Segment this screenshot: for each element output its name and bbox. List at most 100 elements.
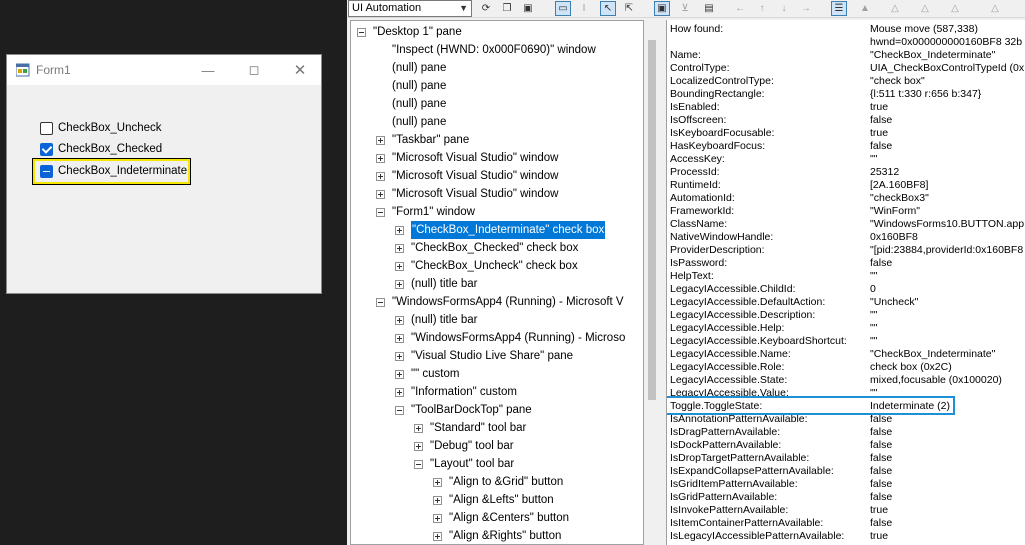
collapse-icon[interactable] [414,460,423,469]
tree-item[interactable]: "Inspect (HWND: 0x000F0690)" window [351,41,643,59]
tree-item[interactable]: "Information" custom [351,383,643,401]
tree-parent-icon[interactable]: ▲ [857,1,873,16]
expand-icon[interactable] [376,136,385,145]
property-row[interactable]: LocalizedControlType: "check box" [670,75,1025,88]
collapse-icon[interactable] [376,298,385,307]
expand-icon[interactable] [414,442,423,451]
mode-select[interactable]: UI Automation ▼ [348,0,472,17]
tree-item[interactable]: "CheckBox_Indeterminate" check box [351,220,643,240]
checkbox-uncheck[interactable]: CheckBox_Uncheck [38,119,162,137]
property-row[interactable]: LegacyIAccessible.Help: "" [670,322,1025,335]
tree-item[interactable]: "ToolBarDockTop" pane [351,401,643,419]
nav-right-icon[interactable]: → [798,1,814,16]
tree-item[interactable]: "WindowsFormsApp4 (Running) - Microso [351,329,643,347]
tree-item[interactable]: "Layout" tool bar [351,455,643,473]
property-row[interactable]: LegacyIAccessible.Role: check box (0x2C) [670,361,1025,374]
tree-item[interactable]: "Align &Centers" button [351,509,643,527]
property-row[interactable]: IsOffscreen: false [670,114,1025,127]
tree-item[interactable]: "Align &Rights" button [351,527,643,544]
tree-item[interactable]: "Microsoft Visual Studio" window [351,167,643,185]
property-row[interactable]: IsLegacyIAccessiblePatternAvailable: true [670,530,1025,543]
properties-pane[interactable]: How found: Mouse move (587,338) hwnd=0x000… [666,20,1025,545]
property-row[interactable]: IsDropTargetPatternAvailable: false [670,452,1025,465]
expand-icon[interactable] [433,496,442,505]
property-row[interactable]: ControlType: UIA_CheckBoxControlTypeId (0… [670,62,1025,75]
expand-icon[interactable] [395,388,404,397]
property-row[interactable]: IsItemContainerPatternAvailable: false [670,517,1025,530]
tree-scrollbar[interactable] [644,20,661,545]
property-row[interactable]: Name: "CheckBox_Indeterminate" [670,49,1025,62]
tree-scrollbar-thumb[interactable] [648,40,656,400]
tree-view-icon[interactable]: ☰ [831,1,847,16]
property-row[interactable]: IsExpandCollapsePatternAvailable: false [670,465,1025,478]
watch-focus-icon[interactable]: ▭ [555,1,571,16]
tree-item[interactable]: (null) pane [351,59,643,77]
property-row[interactable]: LegacyIAccessible.Description: "" [670,309,1025,322]
close-button[interactable]: ✕ [277,55,323,85]
expand-icon[interactable] [433,478,442,487]
filter-icon[interactable]: ⊻ [677,1,693,16]
tree-item[interactable]: "CheckBox_Checked" check box [351,239,643,257]
expand-icon[interactable] [395,334,404,343]
property-row[interactable]: ProcessId: 25312 [670,166,1025,179]
property-row[interactable]: LegacyIAccessible.KeyboardShortcut: "" [670,335,1025,348]
property-row[interactable]: IsDragPatternAvailable: false [670,426,1025,439]
tree-last-icon[interactable]: △ [987,1,1003,16]
expand-icon[interactable] [395,226,404,235]
tree-item[interactable]: "Microsoft Visual Studio" window [351,185,643,203]
property-row[interactable]: ClassName: "WindowsForms10.BUTTON.app [670,218,1025,231]
property-row[interactable]: IsInvokePatternAvailable: true [670,504,1025,517]
minimize-button[interactable]: — [185,55,231,85]
tree-item[interactable]: (null) pane [351,113,643,131]
property-row[interactable]: HasKeyboardFocus: false [670,140,1025,153]
property-row[interactable]: HelpText: "" [670,270,1025,283]
property-row[interactable]: ProviderDescription: "[pid:23884,provider… [670,244,1025,257]
tree-child-icon[interactable]: △ [887,1,903,16]
expand-icon[interactable] [395,352,404,361]
expand-icon[interactable] [395,244,404,253]
expand-icon[interactable] [433,532,442,541]
checkbox-indeterminate[interactable]: CheckBox_Indeterminate [38,162,187,180]
action-icon[interactable]: ▤ [701,1,717,16]
tree-item[interactable]: "Debug" tool bar [351,437,643,455]
copy-icon[interactable]: ❐ [499,1,515,16]
nav-down-icon[interactable]: ↓ [776,1,792,16]
property-row[interactable]: IsKeyboardFocusable: true [670,127,1025,140]
tree-item[interactable]: "Form1" window [351,203,643,221]
tree-item[interactable]: "Align &Lefts" button [351,491,643,509]
property-row[interactable]: IsDockPatternAvailable: false [670,439,1025,452]
collapse-icon[interactable] [357,28,366,37]
maximize-button[interactable]: ◻ [231,55,277,85]
caret-icon[interactable]: ⇱ [621,1,637,16]
tree-first-icon[interactable]: △ [947,1,963,16]
tree-item[interactable]: (null) pane [351,95,643,113]
highlight-icon[interactable]: ▣ [654,1,670,16]
property-row[interactable]: LegacyIAccessible.Name: "CheckBox_Indeter… [670,348,1025,361]
tree-item[interactable]: "Visual Studio Live Share" pane [351,347,643,365]
text-cursor-icon[interactable]: I [576,1,592,16]
expand-icon[interactable] [433,514,442,523]
tree-item[interactable]: "Align to &Grid" button [351,473,643,491]
tree-item[interactable]: "" custom [351,365,643,383]
watch-cursor-icon[interactable]: ↖ [600,1,616,16]
property-row[interactable]: LegacyIAccessible.State: mixed,focusable … [670,374,1025,387]
property-row[interactable]: IsGridPatternAvailable: false [670,491,1025,504]
property-row[interactable]: hwnd=0x000000000160BF8 32b [670,36,1025,49]
expand-icon[interactable] [414,424,423,433]
property-row[interactable]: How found: Mouse move (587,338) [670,23,1025,36]
form1-title-bar[interactable]: Form1 — ◻ ✕ [7,55,321,85]
options-icon[interactable]: ▣ [520,1,536,16]
property-row[interactable]: RuntimeId: [2A.160BF8] [670,179,1025,192]
collapse-icon[interactable] [376,208,385,217]
property-row[interactable]: FrameworkId: "WinForm" [670,205,1025,218]
property-row[interactable]: BoundingRectangle: {l:511 t:330 r:656 b:3… [670,88,1025,101]
nav-up-icon[interactable]: ↑ [754,1,770,16]
expand-icon[interactable] [376,154,385,163]
property-row[interactable]: NativeWindowHandle: 0x160BF8 [670,231,1025,244]
tree-item[interactable]: "Desktop 1" pane [351,23,643,41]
tree-item[interactable]: "Standard" tool bar [351,419,643,437]
property-row[interactable]: IsGridItemPatternAvailable: false [670,478,1025,491]
property-row[interactable]: LegacyIAccessible.ChildId: 0 [670,283,1025,296]
expand-icon[interactable] [376,190,385,199]
property-row[interactable]: AutomationId: "checkBox3" [670,192,1025,205]
